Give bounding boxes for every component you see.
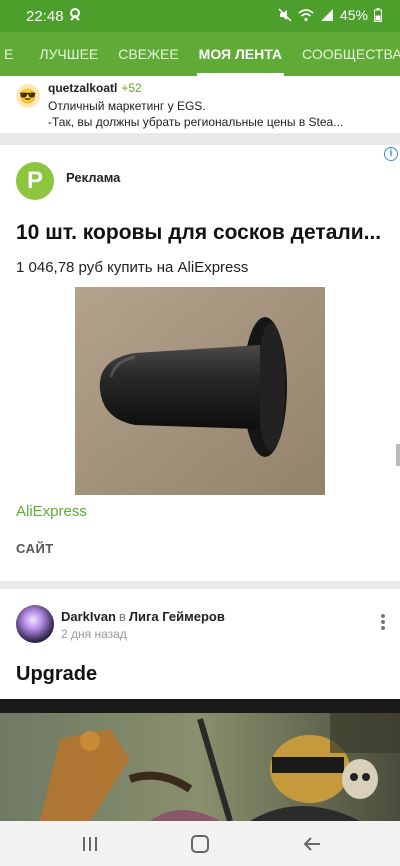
- cyberpunk-artwork-image: [0, 699, 400, 821]
- ad-price: 1 046,78 руб купить на AliExpress: [16, 259, 249, 276]
- comment-author-line: quetzalkoatl +52: [48, 81, 142, 95]
- post-date: 2 дня назад: [61, 627, 127, 641]
- signal-icon: [320, 9, 333, 21]
- ad-source-link[interactable]: AliExpress: [16, 503, 87, 520]
- ad-title[interactable]: 10 шт. коровы для сосков детали...: [16, 221, 381, 245]
- post-image[interactable]: [0, 699, 400, 821]
- status-time: 22:48: [26, 8, 64, 25]
- ad-label: Реклама: [66, 170, 121, 185]
- comment-author[interactable]: quetzalkoatl: [48, 81, 117, 95]
- commenter-avatar[interactable]: 😎: [16, 84, 40, 108]
- system-nav-bar: [0, 821, 400, 866]
- steam-notification-icon: [70, 8, 80, 21]
- post-title[interactable]: Upgrade: [16, 663, 97, 686]
- status-bar: 22:48 45%: [0, 0, 400, 32]
- post-in-word: в: [118, 609, 126, 624]
- comment-preview[interactable]: 😎 quetzalkoatl +52 Отличный маркетинг у E…: [0, 76, 400, 133]
- post-author[interactable]: DarkIvan: [61, 609, 116, 624]
- mute-icon: [278, 8, 292, 22]
- wifi-icon: [298, 9, 314, 22]
- tab-best[interactable]: ЛУЧШЕЕ: [29, 32, 108, 76]
- author-avatar[interactable]: [16, 605, 54, 643]
- post-author-line: DarkIvan в Лига Геймеров: [61, 609, 225, 624]
- post-community[interactable]: Лига Геймеров: [129, 609, 225, 624]
- tab-communities[interactable]: СООБЩЕСТВА: [292, 32, 400, 76]
- comment-text-line1: Отличный маркетинг у EGS.: [48, 99, 206, 113]
- back-icon[interactable]: [300, 832, 324, 856]
- ad-site-button[interactable]: САЙТ: [16, 541, 54, 556]
- tab-my-feed[interactable]: МОЯ ЛЕНТА: [189, 32, 292, 76]
- ad-info-icon[interactable]: i: [384, 147, 398, 161]
- recent-apps-icon[interactable]: [78, 832, 102, 856]
- post-card[interactable]: DarkIvan в Лига Геймеров 2 дня назад Upgra…: [0, 589, 400, 821]
- advertiser-logo: P: [16, 162, 54, 200]
- battery-percent: 45%: [339, 7, 368, 23]
- comment-text-line2: -Так, вы должны убрать региональные цены…: [48, 115, 344, 129]
- home-icon[interactable]: [188, 832, 212, 856]
- battery-icon: [374, 8, 382, 22]
- rubber-teat-image: [75, 287, 325, 495]
- comment-rating: +52: [121, 81, 142, 95]
- ad-product-image[interactable]: [75, 287, 325, 495]
- tab-partial[interactable]: Е: [0, 32, 29, 76]
- scrollbar-thumb[interactable]: [396, 444, 400, 466]
- ad-card[interactable]: P Реклама i 10 шт. коровы для сосков дет…: [0, 145, 400, 581]
- tab-fresh[interactable]: СВЕЖЕЕ: [108, 32, 188, 76]
- feed-tabs: Е ЛУЧШЕЕ СВЕЖЕЕ МОЯ ЛЕНТА СООБЩЕСТВА: [0, 32, 400, 76]
- more-options-icon[interactable]: [380, 613, 386, 631]
